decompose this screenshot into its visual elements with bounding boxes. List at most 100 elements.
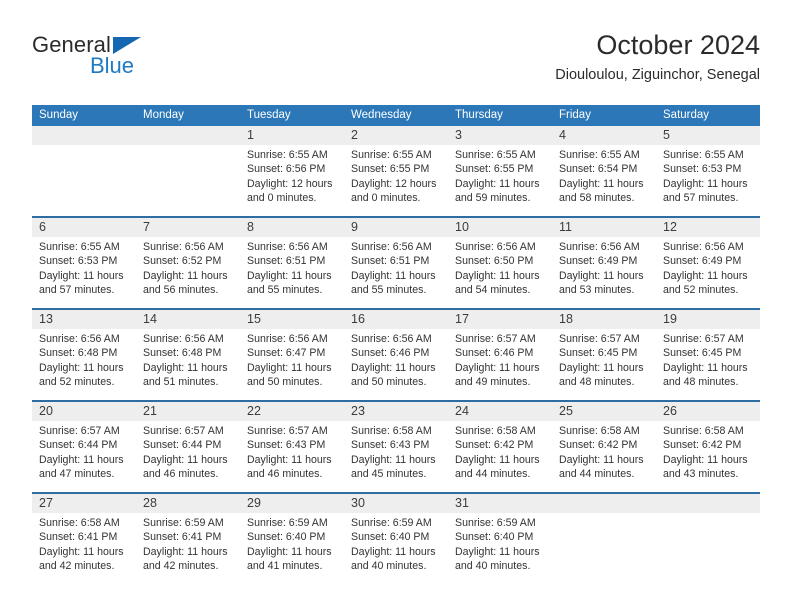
daylight-text: Daylight: 11 hours (559, 269, 644, 282)
calendar-day-cell[interactable]: 29 Sunrise: 6:59 AM Sunset: 6:40 PM Dayligh… (240, 494, 344, 584)
calendar-day-cell[interactable]: 23 Sunrise: 6:58 AM Sunset: 6:43 PM Dayligh… (344, 402, 448, 492)
daylight-text-cont: and 55 minutes. (247, 284, 323, 297)
sunrise-text: Sunrise: 6:57 AM (455, 333, 536, 345)
calendar-day-cell[interactable]: 8 Sunrise: 6:56 AM Sunset: 6:51 PM Daylight… (240, 218, 344, 308)
daylight-text-cont: and 50 minutes. (351, 376, 427, 389)
calendar-day-cell[interactable]: 18 Sunrise: 6:57 AM Sunset: 6:45 PM Dayligh… (552, 310, 656, 400)
calendar-day-cell[interactable]: 16 Sunrise: 6:56 AM Sunset: 6:46 PM Dayligh… (344, 310, 448, 400)
calendar-day-cell[interactable]: 27 Sunrise: 6:58 AM Sunset: 6:41 PM Dayligh… (32, 494, 136, 584)
weekday-header-friday: Friday (559, 109, 591, 121)
day-number: 8 (247, 220, 254, 234)
sunset-text: Sunset: 6:53 PM (663, 163, 742, 176)
day-number: 2 (351, 128, 358, 142)
brand-logo[interactable]: General Blue (32, 32, 212, 88)
daylight-text-cont: and 54 minutes. (455, 284, 531, 297)
day-number: 21 (143, 404, 157, 418)
calendar-day-cell[interactable]: 3 Sunrise: 6:55 AM Sunset: 6:55 PM Daylight… (448, 126, 552, 216)
daylight-text-cont: and 55 minutes. (351, 284, 427, 297)
calendar-day-cell[interactable]: 6 Sunrise: 6:55 AM Sunset: 6:53 PM Daylight… (32, 218, 136, 308)
daylight-text: Daylight: 11 hours (559, 453, 644, 466)
calendar-day-cell[interactable]: 30 Sunrise: 6:59 AM Sunset: 6:40 PM Dayligh… (344, 494, 448, 584)
sunset-text: Sunset: 6:56 PM (247, 163, 326, 176)
calendar-day-cell-empty (32, 126, 136, 216)
calendar-day-cell[interactable]: 25 Sunrise: 6:58 AM Sunset: 6:42 PM Dayligh… (552, 402, 656, 492)
calendar-day-cell[interactable]: 11 Sunrise: 6:56 AM Sunset: 6:49 PM Dayligh… (552, 218, 656, 308)
day-number: 25 (559, 404, 573, 418)
calendar-day-cell[interactable]: 10 Sunrise: 6:56 AM Sunset: 6:50 PM Dayligh… (448, 218, 552, 308)
daylight-text-cont: and 58 minutes. (559, 192, 635, 205)
day-details: Sunrise: 6:57 AM Sunset: 6:44 PM Daylight:… (143, 424, 233, 482)
daylight-text: Daylight: 11 hours (455, 453, 540, 466)
sunrise-text: Sunrise: 6:57 AM (143, 425, 224, 437)
calendar-day-cell[interactable]: 2 Sunrise: 6:55 AM Sunset: 6:55 PM Daylight… (344, 126, 448, 216)
sunrise-text: Sunrise: 6:55 AM (351, 149, 432, 161)
daylight-text-cont: and 43 minutes. (663, 468, 739, 481)
brand-name-blue: Blue (90, 53, 135, 78)
sunset-text: Sunset: 6:42 PM (455, 439, 534, 452)
day-details: Sunrise: 6:55 AM Sunset: 6:53 PM Daylight:… (663, 148, 753, 206)
calendar-day-cell[interactable]: 24 Sunrise: 6:58 AM Sunset: 6:42 PM Dayligh… (448, 402, 552, 492)
sunset-text: Sunset: 6:45 PM (663, 347, 742, 360)
daylight-text-cont: and 46 minutes. (143, 468, 219, 481)
daylight-text-cont: and 51 minutes. (143, 376, 219, 389)
sunset-text: Sunset: 6:52 PM (143, 255, 222, 268)
day-number: 14 (143, 312, 157, 326)
calendar-day-cell[interactable]: 22 Sunrise: 6:57 AM Sunset: 6:43 PM Dayligh… (240, 402, 344, 492)
sunrise-text: Sunrise: 6:56 AM (351, 241, 432, 253)
day-details: Sunrise: 6:58 AM Sunset: 6:42 PM Daylight:… (663, 424, 753, 482)
calendar-day-cell[interactable]: 26 Sunrise: 6:58 AM Sunset: 6:42 PM Dayligh… (656, 402, 760, 492)
sunrise-text: Sunrise: 6:56 AM (143, 241, 224, 253)
daylight-text-cont: and 48 minutes. (663, 376, 739, 389)
daylight-text: Daylight: 11 hours (39, 361, 124, 374)
calendar-day-cell[interactable]: 20 Sunrise: 6:57 AM Sunset: 6:44 PM Dayligh… (32, 402, 136, 492)
sunrise-text: Sunrise: 6:56 AM (247, 333, 328, 345)
day-number: 16 (351, 312, 365, 326)
daylight-text: Daylight: 11 hours (247, 361, 332, 374)
calendar-day-cell[interactable]: 21 Sunrise: 6:57 AM Sunset: 6:44 PM Dayligh… (136, 402, 240, 492)
day-details: Sunrise: 6:55 AM Sunset: 6:55 PM Daylight:… (351, 148, 441, 206)
calendar-day-cell[interactable]: 14 Sunrise: 6:56 AM Sunset: 6:48 PM Dayligh… (136, 310, 240, 400)
calendar-day-cell[interactable]: 31 Sunrise: 6:59 AM Sunset: 6:40 PM Dayligh… (448, 494, 552, 584)
sunrise-text: Sunrise: 6:58 AM (455, 425, 536, 437)
daylight-text: Daylight: 11 hours (247, 453, 332, 466)
daylight-text-cont: and 47 minutes. (39, 468, 115, 481)
day-details: Sunrise: 6:56 AM Sunset: 6:49 PM Daylight:… (663, 240, 753, 298)
sunrise-text: Sunrise: 6:57 AM (663, 333, 744, 345)
calendar-day-cell[interactable]: 19 Sunrise: 6:57 AM Sunset: 6:45 PM Dayligh… (656, 310, 760, 400)
calendar-day-cell[interactable]: 1 Sunrise: 6:55 AM Sunset: 6:56 PM Daylight… (240, 126, 344, 216)
daylight-text-cont: and 44 minutes. (455, 468, 531, 481)
calendar-day-cell[interactable]: 28 Sunrise: 6:59 AM Sunset: 6:41 PM Dayligh… (136, 494, 240, 584)
day-number: 30 (351, 496, 365, 510)
calendar-day-cell[interactable]: 7 Sunrise: 6:56 AM Sunset: 6:52 PM Daylight… (136, 218, 240, 308)
calendar-day-cell[interactable]: 15 Sunrise: 6:56 AM Sunset: 6:47 PM Dayligh… (240, 310, 344, 400)
daylight-text: Daylight: 11 hours (39, 269, 124, 282)
day-details: Sunrise: 6:55 AM Sunset: 6:53 PM Daylight:… (39, 240, 129, 298)
day-number: 28 (143, 496, 157, 510)
daylight-text: Daylight: 11 hours (247, 269, 332, 282)
calendar-day-cell[interactable]: 13 Sunrise: 6:56 AM Sunset: 6:48 PM Dayligh… (32, 310, 136, 400)
day-details: Sunrise: 6:59 AM Sunset: 6:40 PM Daylight:… (455, 516, 545, 574)
day-details: Sunrise: 6:58 AM Sunset: 6:41 PM Daylight:… (39, 516, 129, 574)
sunset-text: Sunset: 6:51 PM (247, 255, 326, 268)
calendar-day-cell[interactable]: 4 Sunrise: 6:55 AM Sunset: 6:54 PM Daylight… (552, 126, 656, 216)
sunset-text: Sunset: 6:41 PM (39, 531, 118, 544)
daylight-text: Daylight: 12 hours (351, 177, 437, 190)
weekday-header-thursday: Thursday (455, 109, 503, 121)
daylight-text: Daylight: 11 hours (663, 177, 748, 190)
sunrise-text: Sunrise: 6:58 AM (559, 425, 640, 437)
daylight-text-cont: and 49 minutes. (455, 376, 531, 389)
day-details: Sunrise: 6:57 AM Sunset: 6:46 PM Daylight:… (455, 332, 545, 390)
day-details: Sunrise: 6:58 AM Sunset: 6:42 PM Daylight:… (455, 424, 545, 482)
day-details: Sunrise: 6:56 AM Sunset: 6:52 PM Daylight:… (143, 240, 233, 298)
calendar-day-cell[interactable]: 9 Sunrise: 6:56 AM Sunset: 6:51 PM Daylight… (344, 218, 448, 308)
day-number: 5 (663, 128, 670, 142)
calendar-day-cell[interactable]: 17 Sunrise: 6:57 AM Sunset: 6:46 PM Dayligh… (448, 310, 552, 400)
daylight-text: Daylight: 12 hours (247, 177, 333, 190)
calendar-day-cell[interactable]: 5 Sunrise: 6:55 AM Sunset: 6:53 PM Daylight… (656, 126, 760, 216)
sunrise-text: Sunrise: 6:59 AM (143, 517, 224, 529)
daylight-text: Daylight: 11 hours (559, 177, 644, 190)
daylight-text-cont: and 42 minutes. (143, 560, 219, 573)
day-number: 9 (351, 220, 358, 234)
day-details: Sunrise: 6:59 AM Sunset: 6:41 PM Daylight:… (143, 516, 233, 574)
calendar-day-cell[interactable]: 12 Sunrise: 6:56 AM Sunset: 6:49 PM Dayligh… (656, 218, 760, 308)
